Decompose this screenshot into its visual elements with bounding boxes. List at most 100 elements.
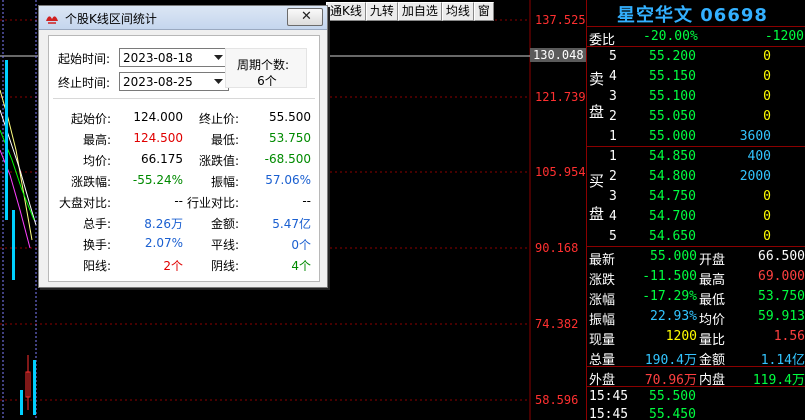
close-icon: ✕ — [301, 9, 312, 24]
chevron-down-icon[interactable] — [211, 75, 226, 88]
sell-price: 55.150 — [649, 69, 696, 84]
stat-label: 阴线: — [210, 259, 239, 273]
candle — [20, 390, 23, 415]
buy-price: 54.800 — [649, 169, 696, 184]
toolbar-kline-button[interactable]: 通K线 — [326, 2, 366, 21]
period-count-label: 周期个数: — [237, 58, 290, 72]
price-axis-label: 105.954 — [535, 165, 586, 179]
buy-level: 2 — [609, 169, 617, 184]
sell-row[interactable]: 4 55.150 0 — [587, 67, 805, 87]
quote-value: 69.000 — [758, 269, 805, 284]
tick-price: 55.500 — [649, 389, 696, 404]
quote-row: 涨跌 -11.500 最高 69.000 — [587, 267, 805, 288]
stat-value: 55.500 — [269, 110, 311, 124]
buy-row[interactable]: 4 54.700 0 — [587, 207, 805, 227]
buy-level: 4 — [609, 209, 617, 224]
buy-level: 5 — [609, 229, 617, 244]
quote-row: 最新 55.000 开盘 66.500 — [587, 247, 805, 268]
app-logo-icon — [46, 16, 58, 24]
stat-value: 66.175 — [141, 152, 183, 166]
kline-range-stats-dialog: 个股K线区间统计 ✕ 起始时间: 2023-08-18 终止时间: 2023-0… — [38, 5, 328, 288]
stat-value: 53.750 — [269, 131, 311, 145]
quote-label: 开盘 — [699, 253, 726, 268]
stat-label: 金额: — [210, 217, 239, 231]
stat-label: 平线: — [210, 238, 239, 252]
weibi-pct: -20.00% — [643, 29, 698, 44]
toolbar-ma-button[interactable]: 均线 — [441, 2, 474, 21]
weibi-diff: -1200 — [764, 29, 804, 44]
toolbar-jiuzhuan-button[interactable]: 九转 — [365, 2, 398, 21]
quote-label: 均价 — [699, 313, 726, 328]
buy-row[interactable]: 5 54.650 0 — [587, 227, 805, 247]
buy-volume: 2000 — [739, 169, 771, 184]
buy-row[interactable]: 2 54.800 2000 — [587, 167, 805, 187]
buy-price: 54.750 — [649, 189, 696, 204]
stat-label: 起始价: — [70, 112, 111, 126]
quote-label: 最低 — [699, 293, 726, 308]
stat-label: 行业对比: — [186, 196, 239, 210]
candle — [12, 210, 15, 280]
sell-row[interactable]: 2 55.050 0 — [587, 107, 805, 127]
tick-price: 55.450 — [649, 407, 696, 420]
sell-row[interactable]: 3 55.100 0 — [587, 87, 805, 107]
buy-level: 3 — [609, 189, 617, 204]
stat-label: 振幅: — [210, 175, 239, 189]
quote-panel: 星空华文 06698 委比 -20.00% -1200 卖 盘 5 55.200… — [586, 0, 805, 420]
quote-row: 外盘 70.96万 内盘 119.4万 — [587, 367, 805, 388]
tick-time: 15:45 — [589, 389, 629, 404]
stat-value: 4个 — [291, 259, 311, 273]
stat-value: 0个 — [291, 238, 311, 252]
sell-volume: 0 — [763, 49, 771, 64]
buy-row[interactable]: 3 54.750 0 — [587, 187, 805, 207]
dialog-body: 起始时间: 2023-08-18 终止时间: 2023-08-25 周期个数: … — [48, 35, 320, 282]
toolbar-window-button[interactable]: 窗 — [473, 2, 494, 21]
quote-value: 59.913 — [758, 309, 805, 324]
sell-volume: 0 — [763, 89, 771, 104]
quote-value: 1200 — [665, 329, 697, 344]
buy-volume: 0 — [763, 229, 771, 244]
stat-value: 5.47亿 — [272, 217, 311, 231]
buy-price: 54.650 — [649, 229, 696, 244]
dialog-title: 个股K线区间统计 — [65, 12, 157, 26]
sell-price: 55.100 — [649, 89, 696, 104]
period-count-value: 6个 — [257, 74, 277, 88]
stat-label: 换手: — [82, 238, 111, 252]
period-count-box: 周期个数: 6个 — [225, 48, 307, 88]
buy-row[interactable]: 1 54.850 400 — [587, 147, 805, 167]
stat-label: 涨跌值: — [198, 154, 239, 168]
stat-label: 均价: — [82, 154, 111, 168]
divider — [53, 98, 315, 99]
weibi-row: 委比 -20.00% -1200 — [587, 27, 805, 48]
quote-value: 22.93% — [650, 309, 697, 324]
tick-time: 15:45 — [589, 407, 629, 420]
stat-label: 最低: — [210, 133, 239, 147]
stat-value: 2个 — [163, 259, 183, 273]
quote-value: 1.56 — [773, 329, 805, 344]
price-axis-label: 58.596 — [535, 393, 579, 407]
tick-row: 15:45 55.500 — [587, 387, 805, 407]
sell-price: 55.200 — [649, 49, 696, 64]
dialog-titlebar[interactable]: 个股K线区间统计 ✕ — [39, 6, 327, 30]
start-date-picker[interactable]: 2023-08-18 — [119, 48, 229, 67]
current-price-label: 130.048 — [530, 48, 587, 62]
stat-label: 阳线: — [82, 259, 111, 273]
quote-label: 最新 — [589, 253, 616, 268]
quote-label: 涨跌 — [589, 273, 616, 288]
toolbar-add-watchlist-button[interactable]: 加自选 — [397, 2, 442, 21]
end-date-picker[interactable]: 2023-08-25 — [119, 72, 229, 91]
stat-value: -- — [302, 194, 311, 208]
sell-level: 1 — [609, 129, 617, 144]
chevron-down-icon[interactable] — [211, 51, 226, 64]
stat-value: 2.07% — [144, 236, 183, 250]
quote-value: -11.500 — [642, 269, 697, 284]
close-button[interactable]: ✕ — [287, 8, 323, 26]
stat-value: -55.24% — [132, 173, 183, 187]
chart-toolbar: 通K线 九转 加自选 均线 窗 — [326, 2, 494, 21]
sell-row[interactable]: 1 55.000 3600 — [587, 127, 805, 147]
buy-level: 1 — [609, 149, 617, 164]
stat-value: 124.500 — [133, 131, 183, 145]
sell-row[interactable]: 5 55.200 0 — [587, 47, 805, 67]
quote-value: 53.750 — [758, 289, 805, 304]
start-date-value: 2023-08-18 — [123, 51, 193, 65]
quote-row: 现量 1200 量比 1.56 — [587, 327, 805, 348]
